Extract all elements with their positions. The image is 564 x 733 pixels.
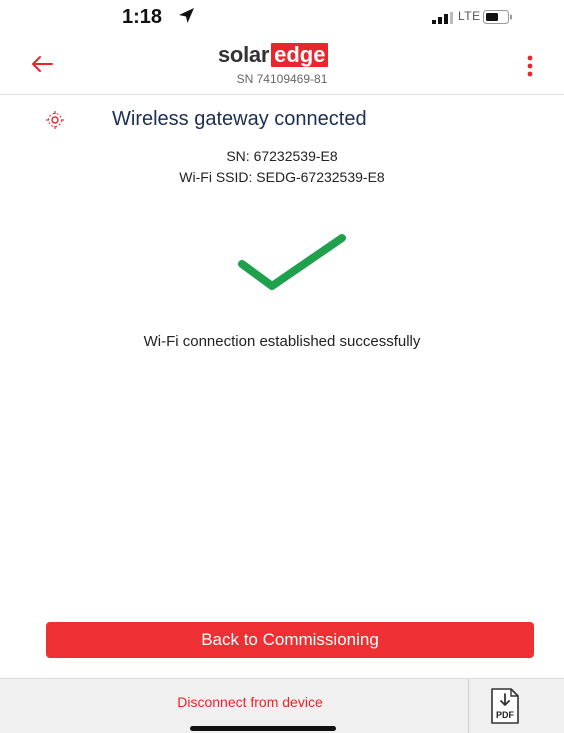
wireless-gateway-icon [46, 111, 64, 129]
back-arrow-icon[interactable] [30, 54, 54, 74]
pdf-download-icon[interactable]: PDF [488, 687, 522, 725]
pdf-label: PDF [496, 710, 515, 720]
network-label: LTE [458, 9, 481, 23]
disconnect-button[interactable]: Disconnect from device [0, 694, 500, 710]
logo-text-edge: edge [271, 43, 329, 67]
gateway-serial: SN: 67232539-E8 [226, 148, 338, 164]
bottom-bar: Disconnect from device PDF [0, 678, 564, 733]
divider [468, 679, 469, 733]
app-bar: solar edge SN 74109469-81 [0, 38, 564, 95]
status-time: 1:18 [122, 6, 163, 28]
gateway-status-title: Wireless gateway connected [112, 108, 367, 130]
success-message: Wi-Fi connection established successfull… [143, 333, 421, 350]
gateway-wifi-ssid: Wi-Fi SSID: SEDG-67232539-E8 [179, 169, 385, 185]
battery-icon [483, 10, 512, 24]
back-to-commissioning-button[interactable]: Back to Commissioning [46, 622, 534, 658]
checkmark-icon [238, 234, 346, 290]
location-arrow-icon [179, 8, 194, 23]
status-bar: 1:18 LTE [0, 0, 564, 36]
device-serial: SN 74109469-81 [236, 72, 328, 86]
signal-icon [432, 12, 453, 24]
more-vertical-icon[interactable] [518, 52, 542, 80]
logo-text-solar: solar [218, 42, 270, 67]
solaredge-logo: solar edge [218, 42, 329, 68]
home-indicator [190, 726, 336, 731]
